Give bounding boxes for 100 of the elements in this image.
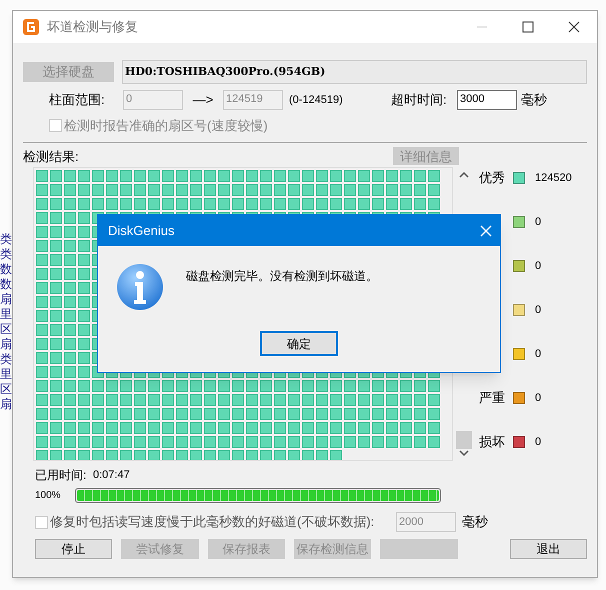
block-cell: [190, 436, 202, 448]
block-cell: [386, 198, 398, 210]
block-cell: [120, 436, 132, 448]
block-cell: [64, 310, 76, 322]
background-text: 类: [0, 247, 12, 262]
action-button[interactable]: 停止: [35, 539, 112, 559]
block-cell: [78, 296, 90, 308]
range-start-field[interactable]: 0: [123, 90, 183, 110]
block-cell: [134, 450, 146, 460]
block-cell: [428, 380, 440, 392]
block-cell: [92, 408, 104, 420]
block-cell: [428, 408, 440, 420]
block-cell: [36, 296, 48, 308]
block-cell: [204, 422, 216, 434]
block-cell: [372, 422, 384, 434]
block-cell: [386, 170, 398, 182]
timeout-field[interactable]: 3000: [457, 90, 517, 110]
block-cell: [106, 184, 118, 196]
block-cell: [36, 226, 48, 238]
threshold-unit: 毫秒: [462, 513, 488, 531]
block-cell: [92, 198, 104, 210]
block-cell: [274, 198, 286, 210]
block-cell: [302, 380, 314, 392]
block-cell: [36, 212, 48, 224]
block-cell: [218, 408, 230, 420]
arrow-label: —>: [192, 91, 214, 110]
block-cell: [372, 184, 384, 196]
scrollbar-thumb[interactable]: [456, 431, 472, 449]
block-cell: [176, 450, 188, 460]
block-cell: [414, 422, 426, 434]
block-cell: [50, 338, 62, 350]
block-cell: [36, 338, 48, 350]
block-cell: [274, 408, 286, 420]
block-cell: [120, 450, 132, 460]
block-cell: [274, 184, 286, 196]
details-button[interactable]: 详细信息: [393, 147, 459, 166]
block-cell: [78, 268, 90, 280]
block-cell: [78, 226, 90, 238]
range-end-field[interactable]: 124519: [223, 90, 283, 110]
block-cell: [50, 282, 62, 294]
block-cell: [106, 170, 118, 182]
scroll-down-icon[interactable]: [459, 449, 469, 457]
block-cell: [260, 198, 272, 210]
block-cell: [50, 184, 62, 196]
app-logo-icon: [23, 19, 39, 35]
block-cell: [344, 184, 356, 196]
block-cell: [302, 436, 314, 448]
block-cell: [78, 310, 90, 322]
block-cell: [232, 394, 244, 406]
block-cell: [190, 184, 202, 196]
scroll-up-icon[interactable]: [459, 171, 469, 179]
close-icon[interactable]: [480, 224, 492, 236]
block-cell: [78, 422, 90, 434]
block-cell: [274, 436, 286, 448]
block-cell: [176, 184, 188, 196]
block-cell: [428, 436, 440, 448]
block-cell: [232, 422, 244, 434]
block-cell: [372, 170, 384, 182]
block-cell: [50, 352, 62, 364]
disk-name-field: HD0:TOSHIBAQ300Pro.(954GB): [122, 60, 587, 84]
background-text: 数: [0, 277, 12, 292]
block-cell: [36, 268, 48, 280]
block-cell: [330, 408, 342, 420]
block-cell: [78, 366, 90, 378]
checkbox[interactable]: [35, 516, 48, 528]
block-cell: [372, 436, 384, 448]
ok-button[interactable]: 确定: [260, 331, 338, 356]
block-cell: [78, 394, 90, 406]
window-title: 坏道检测与修复: [47, 18, 138, 36]
block-cell: [134, 394, 146, 406]
block-cell: [106, 394, 118, 406]
block-cell: [330, 394, 342, 406]
block-cell: [162, 436, 174, 448]
block-cell: [260, 450, 272, 460]
action-button[interactable]: 退出: [510, 539, 587, 559]
block-cell: [302, 422, 314, 434]
block-cell: [50, 408, 62, 420]
block-cell: [64, 254, 76, 266]
block-cell: [232, 450, 244, 460]
block-cell: [176, 380, 188, 392]
block-cell: [400, 436, 412, 448]
repair-slow-label: 修复时包括读写速度慢于此毫秒数的好磁道(不破坏数据):: [50, 513, 376, 532]
block-cell: [176, 436, 188, 448]
message-text: 磁盘检测完毕。没有检测到坏磁道。: [186, 268, 378, 285]
block-cell: [344, 198, 356, 210]
block-cell: [64, 394, 76, 406]
block-cell: [92, 436, 104, 448]
block-cell: [190, 422, 202, 434]
block-cell: [414, 198, 426, 210]
block-cell: [316, 170, 328, 182]
block-cell: [428, 422, 440, 434]
block-cell: [78, 338, 90, 350]
block-cell: [190, 380, 202, 392]
threshold-field[interactable]: 2000: [396, 512, 456, 532]
block-cell: [330, 450, 342, 460]
block-cell: [36, 254, 48, 266]
block-cell: [50, 226, 62, 238]
block-cell: [246, 408, 258, 420]
block-cell: [428, 198, 440, 210]
block-cell: [92, 422, 104, 434]
